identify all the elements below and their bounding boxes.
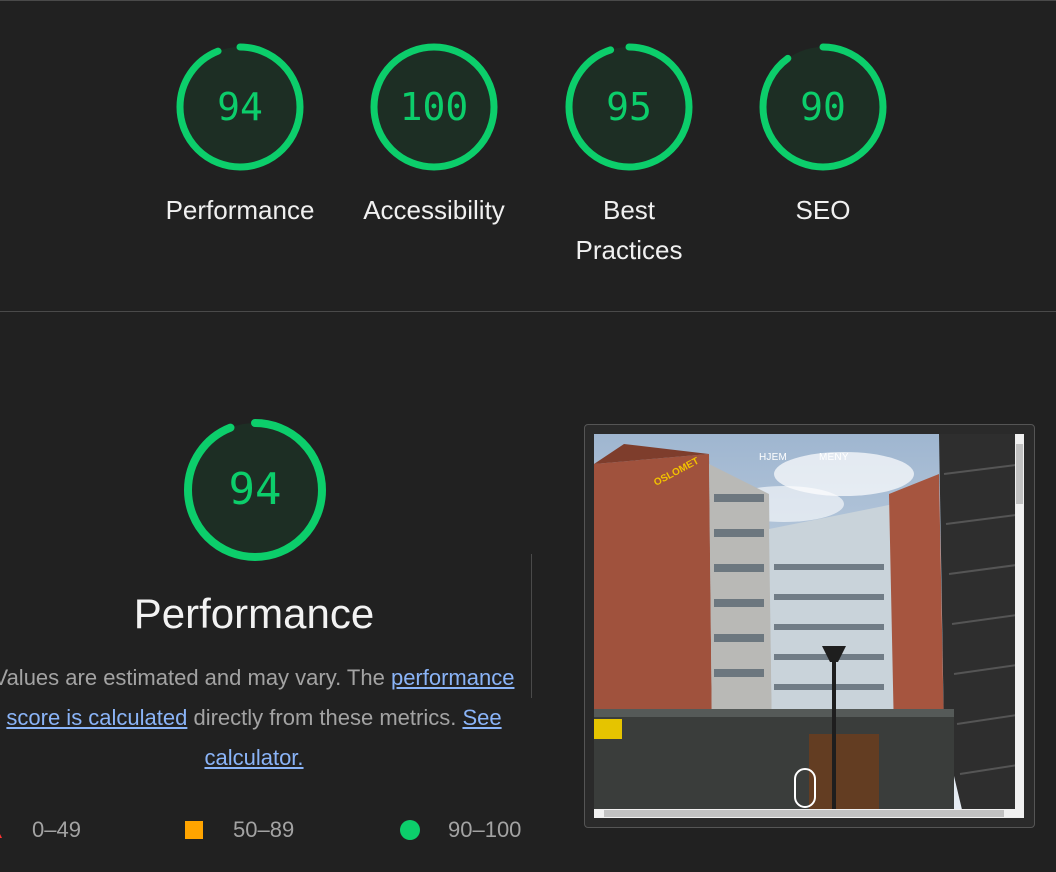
building-photo: OSLOMET — [594, 434, 1024, 818]
final-screenshot: OSLOMET HJEM MENY — [594, 434, 1024, 818]
performance-description: Values are estimated and may vary. The p… — [0, 658, 524, 778]
nav-menu-link[interactable]: MENY — [819, 452, 849, 463]
gauge-label: Performance — [165, 195, 315, 225]
gauge-label: Accessibility — [363, 195, 505, 225]
performance-title: Performance — [133, 590, 375, 637]
legend-average-range: 50–89 — [233, 817, 295, 842]
legend-fail-range: 0–49 — [32, 817, 81, 842]
performance-score: 94 — [228, 464, 282, 515]
vertical-scrollbar[interactable] — [1015, 434, 1024, 809]
gauge-seo[interactable]: 90 SEO — [758, 42, 888, 225]
gauge-label: SEO — [795, 195, 851, 225]
section-divider — [0, 311, 1056, 312]
gauge-score: 94 — [217, 85, 263, 129]
vertical-separator — [531, 554, 532, 698]
horizontal-scrollbar[interactable] — [594, 809, 1024, 818]
gauge-performance[interactable]: 94 Performance — [166, 42, 314, 225]
scroll-indicator-icon — [794, 768, 816, 808]
gauge-accessibility[interactable]: 100 Accessibility — [363, 42, 505, 225]
triangle-icon — [0, 822, 2, 838]
nav-home-link[interactable]: HJEM — [759, 452, 787, 463]
circle-icon — [400, 820, 420, 840]
gauge-score: 100 — [399, 85, 469, 129]
vertical-scroll-thumb[interactable] — [1016, 444, 1023, 504]
gauge-score: 95 — [606, 85, 652, 129]
gauge-best-practices[interactable]: 95 Best Practices — [564, 42, 694, 265]
gauge-score: 90 — [800, 85, 846, 129]
top-border — [0, 0, 1056, 1]
final-screenshot-frame[interactable]: OSLOMET HJEM MENY — [584, 424, 1035, 828]
description-text-2: directly from these metrics. — [187, 705, 463, 730]
horizontal-scroll-thumb[interactable] — [604, 810, 1004, 817]
gauge-label: Best Practices — [575, 195, 683, 265]
legend-pass-range: 90–100 — [448, 817, 522, 842]
performance-big-gauge: 94 — [182, 417, 328, 563]
square-icon — [185, 821, 203, 839]
description-text: Values are estimated and may vary. The — [0, 665, 391, 690]
